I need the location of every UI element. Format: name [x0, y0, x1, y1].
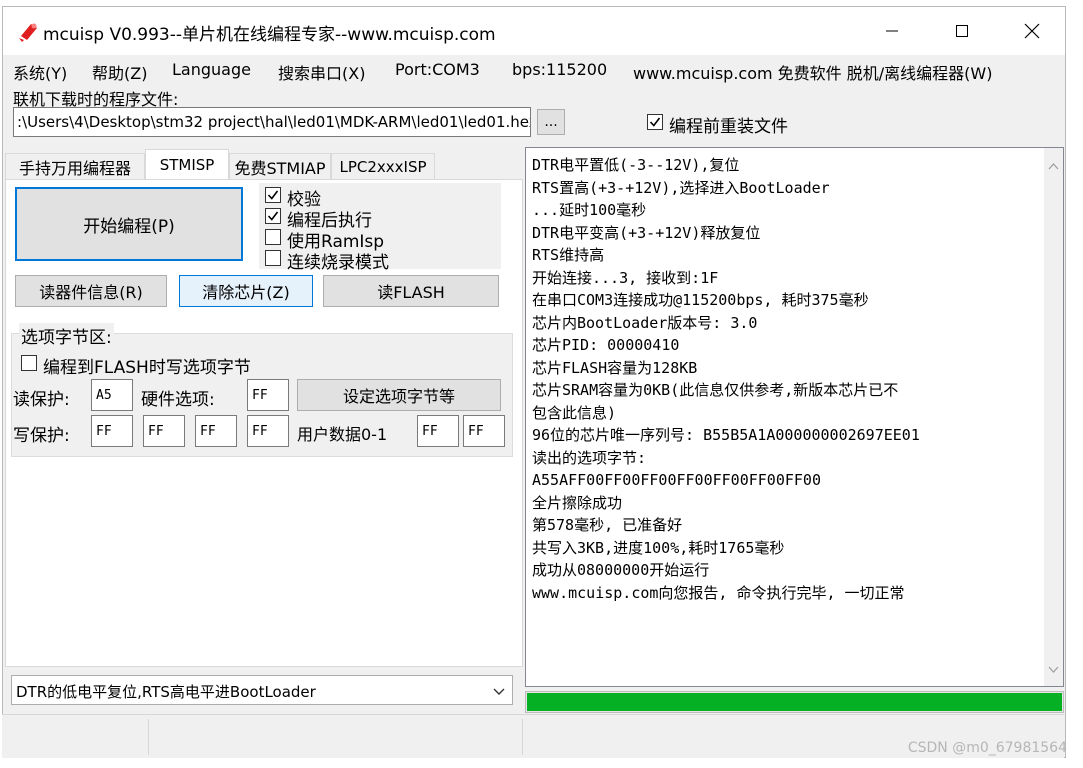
log-line: 在串口COM3连接成功@115200bps, 耗时375毫秒 — [532, 291, 869, 309]
reset-mode-value: DTR的低电平复位,RTS高电平进BootLoader — [16, 683, 316, 701]
close-button[interactable] — [997, 7, 1067, 55]
log-line: DTR电平置低(-3--12V),复位 — [532, 156, 740, 174]
log-line: www.mcuisp.com向您报告, 命令执行完毕, 一切正常 — [532, 583, 905, 602]
user-data-label: 用户数据0-1 — [297, 425, 388, 444]
log-line: A55AFF00FF00FF00FF00FF00FF00FF00 — [532, 471, 821, 489]
check-icon — [649, 117, 661, 127]
log-line: 芯片FLASH容量为128KB — [532, 358, 698, 377]
reload-file-label: 编程前重装文件 — [669, 117, 788, 137]
menu-bar: 系统(Y) 帮助(Z) Language 搜索串口(X) Port:COM3 b… — [3, 55, 1065, 87]
read-protect-input[interactable]: A5 — [91, 379, 133, 411]
start-program-button[interactable]: 开始编程(P) — [15, 187, 243, 261]
continuous-burn-checkbox[interactable] — [265, 250, 281, 266]
write-protect-input-0[interactable]: FF — [91, 415, 133, 447]
option-bytes-group-label: 选项字节区: — [19, 323, 114, 348]
scroll-up-icon[interactable] — [1048, 156, 1059, 174]
title-bar: mcuisp V0.993--单片机在线编程专家--www.mcuisp.com — [3, 7, 1065, 55]
tab-handheld-programmer[interactable]: 手持万用编程器 — [5, 153, 145, 179]
scroll-down-icon[interactable] — [1048, 660, 1059, 678]
check-icon — [267, 190, 279, 200]
menu-help[interactable]: 帮助(Z) — [92, 60, 147, 84]
log-line: DTR电平变高(+3-+12V)释放复位 — [532, 223, 761, 242]
progress-fill — [527, 693, 1062, 711]
log-line: 包含此信息) — [532, 403, 617, 422]
hardware-option-label: 硬件选项: — [141, 390, 215, 410]
menu-port[interactable]: Port:COM3 — [395, 60, 480, 79]
tab-strip: 手持万用编程器 STMISP 免费STMIAP LPC2xxxISP — [5, 149, 525, 179]
menu-bps[interactable]: bps:115200 — [512, 60, 607, 79]
log-output[interactable]: DTR电平置低(-3--12V),复位 RTS置高(+3-+12V),选择进入Bo… — [525, 147, 1064, 687]
read-protect-label: 读保护: — [13, 390, 70, 410]
status-separator — [522, 719, 523, 755]
reload-file-checkbox[interactable] — [647, 114, 663, 130]
log-line: 开始连接...3, 接收到:1F — [532, 268, 719, 287]
tab-stmisp[interactable]: STMISP — [145, 149, 229, 179]
reset-mode-select[interactable]: DTR的低电平复位,RTS高电平进BootLoader — [11, 675, 513, 705]
chevron-down-icon — [492, 684, 506, 702]
status-separator — [148, 719, 149, 755]
log-line: 芯片PID: 00000410 — [532, 336, 680, 354]
log-line: 芯片内BootLoader版本号: 3.0 — [532, 313, 758, 332]
log-line: ...延时100毫秒 — [532, 201, 647, 219]
read-device-info-button[interactable]: 读器件信息(R) — [15, 275, 167, 307]
hardware-option-input[interactable]: FF — [247, 379, 289, 411]
status-bar — [2, 714, 1064, 758]
use-ramisp-checkbox[interactable] — [265, 229, 281, 245]
minimize-button[interactable] — [857, 7, 927, 55]
program-options: 校验 编程后执行 使用RamIsp 连续烧录模式 — [259, 183, 501, 273]
window-title: mcuisp V0.993--单片机在线编程专家--www.mcuisp.com — [43, 25, 496, 45]
log-line: 芯片SRAM容量为0KB(此信息仅供参考,新版本芯片已不 — [532, 381, 899, 399]
file-path-text: :\Users\4\Desktop\stm32 project\hal\led0… — [17, 113, 531, 131]
write-option-bytes-checkbox[interactable] — [21, 355, 37, 371]
verify-checkbox[interactable] — [265, 187, 281, 203]
log-line: RTS维持高 — [532, 246, 605, 264]
run-after-program-checkbox[interactable] — [265, 208, 281, 224]
log-scrollbar[interactable] — [1044, 148, 1063, 686]
write-protect-label: 写保护: — [13, 426, 70, 446]
write-protect-input-3[interactable]: FF — [247, 415, 289, 447]
log-line: RTS置高(+3-+12V),选择进入BootLoader — [532, 178, 830, 197]
browse-button[interactable]: ... — [537, 109, 565, 135]
log-line: 成功从08000000开始运行 — [532, 561, 710, 579]
log-lines: DTR电平置低(-3--12V),复位 RTS置高(+3-+12V),选择进入Bo… — [532, 154, 1032, 604]
tab-lpc2xxxisp[interactable]: LPC2xxxISP — [331, 153, 435, 179]
log-line: 全片擦除成功 — [532, 493, 623, 512]
menu-system[interactable]: 系统(Y) — [13, 60, 67, 84]
write-protect-input-2[interactable]: FF — [195, 415, 237, 447]
erase-chip-button[interactable]: 清除芯片(Z) — [179, 275, 313, 307]
file-path-input[interactable]: :\Users\4\Desktop\stm32 project\hal\led0… — [13, 107, 531, 137]
log-line: 共写入3KB,进度100%,耗时1765毫秒 — [532, 538, 785, 557]
check-icon — [267, 211, 279, 221]
progress-bar — [525, 691, 1064, 713]
read-flash-button[interactable]: 读FLASH — [323, 275, 499, 307]
app-window: mcuisp V0.993--单片机在线编程专家--www.mcuisp.com… — [2, 6, 1066, 758]
user-data-input-1[interactable]: FF — [463, 415, 505, 447]
watermark: CSDN @m0_67981564 — [907, 740, 1067, 756]
menu-language[interactable]: Language — [172, 60, 251, 79]
continuous-burn-label: 连续烧录模式 — [287, 253, 389, 273]
log-line: 读出的选项字节: — [532, 448, 647, 467]
tab-free-stmiap[interactable]: 免费STMIAP — [229, 153, 331, 179]
set-option-bytes-button[interactable]: 设定选项字节等 — [297, 379, 501, 411]
maximize-button[interactable] — [927, 7, 997, 55]
log-line: 第578毫秒, 已准备好 — [532, 516, 683, 534]
user-data-input-0[interactable]: FF — [417, 415, 459, 447]
app-logo-icon — [17, 20, 41, 44]
menu-website[interactable]: www.mcuisp.com 免费软件 脱机/离线编程器(W) — [633, 60, 992, 84]
menu-search-port[interactable]: 搜索串口(X) — [278, 60, 365, 84]
log-line: 96位的芯片唯一序列号: B55B5A1A000000002697EE01 — [532, 426, 920, 444]
write-protect-input-1[interactable]: FF — [143, 415, 185, 447]
write-option-bytes-label: 编程到FLASH时写选项字节 — [43, 358, 251, 378]
